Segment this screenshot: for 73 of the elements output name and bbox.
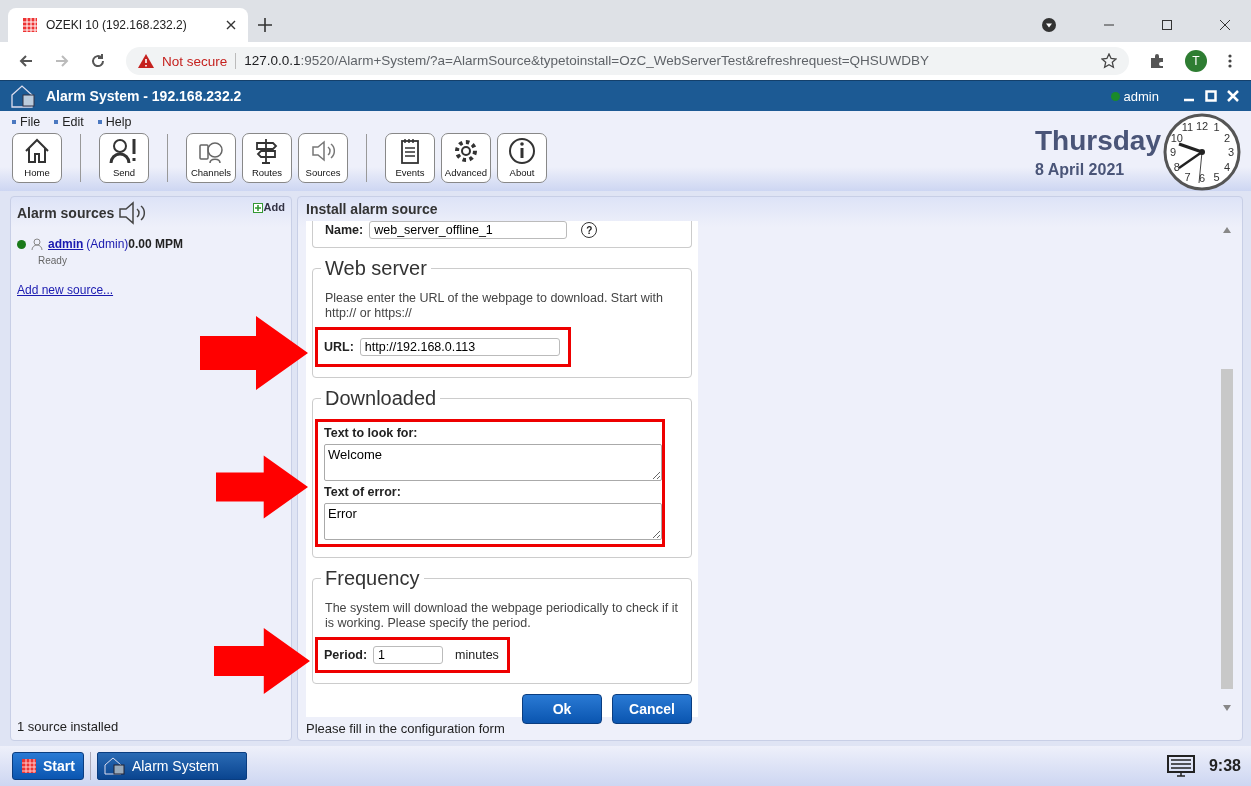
info-icon bbox=[507, 137, 537, 165]
back-icon[interactable] bbox=[18, 53, 34, 69]
status-dot bbox=[1110, 91, 1120, 101]
menu-item[interactable]: File bbox=[12, 115, 41, 129]
toolbar-button[interactable]: Send bbox=[99, 133, 149, 183]
profile-avatar[interactable]: T bbox=[1185, 50, 1207, 72]
warning-icon bbox=[138, 54, 154, 68]
panel-title: Install alarm source bbox=[306, 201, 439, 217]
field-label: URL: bbox=[324, 340, 354, 354]
scroll-down-icon[interactable] bbox=[1223, 705, 1231, 711]
house-icon bbox=[103, 757, 126, 775]
toolbar-button[interactable]: Sources bbox=[298, 133, 348, 183]
panel-title: Alarm sources bbox=[17, 205, 115, 221]
plus-icon bbox=[252, 203, 263, 213]
source-status: Ready bbox=[38, 255, 68, 266]
close-tab-icon[interactable] bbox=[226, 20, 236, 30]
field-label: Text of error: bbox=[324, 485, 402, 499]
new-tab-icon[interactable] bbox=[258, 18, 272, 32]
field-label: Name: bbox=[325, 223, 364, 237]
name-field[interactable]: web_server_offline_1 bbox=[369, 221, 568, 239]
toolbar-button[interactable]: Home bbox=[12, 133, 62, 183]
scroll-up-icon[interactable] bbox=[1223, 227, 1231, 233]
dropdown-icon[interactable] bbox=[1041, 17, 1057, 33]
toolbar-button[interactable]: Events bbox=[385, 133, 435, 183]
text-area[interactable]: Welcome bbox=[324, 444, 662, 481]
status-text: Please fill in the configuration form bbox=[306, 721, 506, 736]
date-label: 8 April 2021 bbox=[1034, 161, 1125, 179]
period-field[interactable]: 1 bbox=[373, 646, 444, 664]
add-link[interactable]: Add bbox=[252, 201, 285, 213]
source-role: (Admin) bbox=[86, 237, 129, 251]
browser-tab[interactable]: OZEKI 10 (192.168.232.2) bbox=[8, 8, 248, 42]
add-label: Add bbox=[263, 201, 285, 213]
taskbar-item[interactable]: Alarm System bbox=[96, 752, 247, 780]
grid-icon bbox=[21, 758, 37, 774]
tab-title: OZEKI 10 (192.168.232.2) bbox=[46, 18, 188, 32]
grid-icon bbox=[22, 17, 38, 33]
weekday-label: Thursday bbox=[1034, 125, 1161, 157]
field-label: Text to look for: bbox=[324, 426, 419, 440]
maximize-icon[interactable] bbox=[1161, 19, 1173, 31]
address-bar[interactable]: Not secure 127.0.0.1:9520/Alarm+System/?a=AlarmSource&typetoinstall=OzC_WebServerTest&refreshrequest=QHSUWDBY bbox=[126, 47, 1129, 75]
window-title: Alarm System - 192.168.232.2 bbox=[46, 88, 242, 104]
monitor-icon[interactable] bbox=[1166, 755, 1195, 777]
url-text: 127.0.0.1:9520/Alarm+System/?a=AlarmSource&typetoinstall=OzC_WebServerTest&refreshrequest=QHSUWDBY bbox=[244, 52, 930, 70]
clock-time: 9:38 bbox=[1208, 757, 1241, 775]
close-icon[interactable] bbox=[1219, 19, 1231, 31]
add-source-link[interactable]: Add new source... bbox=[17, 283, 285, 297]
toolbar-button[interactable]: Channels bbox=[186, 133, 236, 183]
unit-label: minutes bbox=[455, 648, 499, 662]
user-name: admin bbox=[1123, 88, 1159, 104]
house-icon bbox=[10, 84, 36, 108]
security-label: Not secure bbox=[162, 53, 228, 69]
form-button[interactable]: Ok bbox=[522, 694, 602, 724]
menu-icon[interactable] bbox=[1227, 53, 1233, 69]
toolbar-button[interactable]: Advanced bbox=[441, 133, 491, 183]
source-count: 1 source installed bbox=[17, 719, 120, 734]
person-icon bbox=[31, 238, 43, 250]
menu-item[interactable]: Help bbox=[97, 115, 132, 129]
puzzle-icon[interactable] bbox=[1149, 53, 1165, 69]
description-text: Please enter the URL of the webpage to download. Start with http:// or https:// bbox=[325, 291, 664, 321]
source-link[interactable]: admin bbox=[48, 237, 84, 251]
field-label: Period: bbox=[324, 648, 368, 662]
description-text: The system will download the webpage periodically to check if it is working. Please specify the period. bbox=[325, 601, 679, 631]
toolbar-button[interactable]: Routes bbox=[242, 133, 292, 183]
url-field[interactable]: http://192.168.0.113 bbox=[359, 338, 560, 356]
start-button[interactable]: Start bbox=[12, 752, 84, 780]
menu-item[interactable]: Edit bbox=[54, 115, 84, 129]
person-alert-icon bbox=[109, 137, 139, 165]
reload-icon[interactable] bbox=[90, 53, 106, 69]
form-button[interactable]: Cancel bbox=[612, 694, 692, 724]
toolbar-button[interactable]: About bbox=[497, 133, 547, 183]
star-icon[interactable] bbox=[1101, 53, 1117, 69]
source-rate: 0.00 MPM bbox=[128, 237, 184, 251]
text-area[interactable]: Error bbox=[324, 503, 662, 540]
